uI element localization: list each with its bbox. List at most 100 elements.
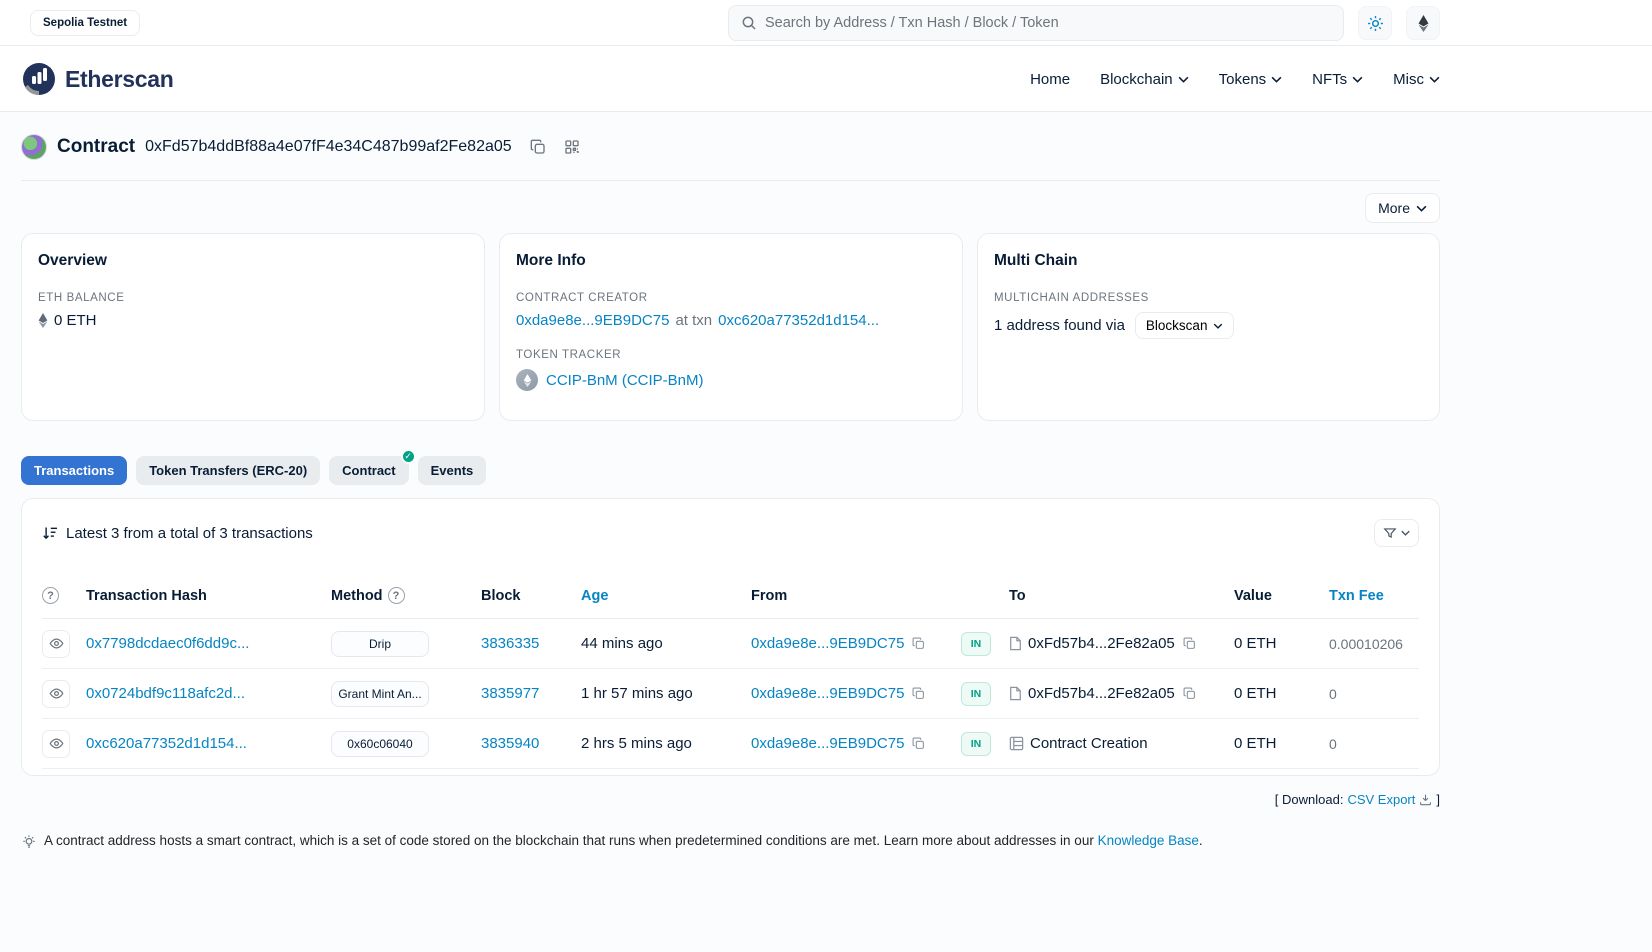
method-pill[interactable]: 0x60c06040 <box>331 731 429 757</box>
contract-file-icon <box>1009 636 1022 651</box>
more-info-card: More Info CONTRACT CREATOR 0xda9e8e...9E… <box>499 233 963 421</box>
col-value: Value <box>1234 588 1329 604</box>
copy-icon <box>530 139 546 155</box>
eth-balance-value: 0 ETH <box>54 312 97 329</box>
tab-events[interactable]: Events <box>418 456 487 485</box>
chevron-down-icon <box>1178 76 1189 83</box>
multichain-addresses-label: MULTICHAIN ADDRESSES <box>994 292 1423 304</box>
verified-check-icon: ✓ <box>401 449 416 464</box>
qr-code-button[interactable] <box>562 137 582 157</box>
more-info-card-title: More Info <box>516 252 946 270</box>
col-block: Block <box>481 588 581 604</box>
block-link[interactable]: 3835940 <box>481 735 539 752</box>
sun-icon <box>1367 15 1384 32</box>
note-text: A contract address hosts a smart contrac… <box>44 833 1094 848</box>
txn-preview-button[interactable] <box>42 680 70 708</box>
multichain-card: Multi Chain MULTICHAIN ADDRESSES 1 addre… <box>977 233 1440 421</box>
copy-to-button[interactable] <box>1181 685 1198 702</box>
token-tracker-link[interactable]: CCIP-BnM (CCIP-BnM) <box>546 372 704 389</box>
knowledge-base-link[interactable]: Knowledge Base <box>1098 833 1199 848</box>
method-pill[interactable]: Drip <box>331 631 429 657</box>
network-badge[interactable]: Sepolia Testnet <box>30 10 140 36</box>
table-row: 0xc620a77352d1d154... 0x60c06040 3835940… <box>42 719 1419 769</box>
search-bar[interactable] <box>728 5 1344 41</box>
txn-preview-button[interactable] <box>42 630 70 658</box>
table-row: 0x7798dcdaec0f6dd9c... Drip 3836335 44 m… <box>42 619 1419 669</box>
nav-nfts[interactable]: NFTs <box>1312 71 1363 88</box>
network-switch-button[interactable] <box>1406 6 1440 40</box>
note-end: . <box>1199 833 1203 848</box>
txn-preview-button[interactable] <box>42 730 70 758</box>
block-link[interactable]: 3835977 <box>481 685 539 702</box>
copy-from-button[interactable] <box>910 735 927 752</box>
eye-icon <box>49 686 64 701</box>
at-txn-text: at txn <box>675 312 712 329</box>
col-from: From <box>751 588 961 604</box>
chevron-down-icon <box>1352 76 1363 83</box>
brand-name: Etherscan <box>65 66 174 93</box>
tab-token-transfers[interactable]: Token Transfers (ERC-20) <box>136 456 320 485</box>
search-input[interactable] <box>765 15 1331 31</box>
download-icon <box>1419 793 1432 806</box>
creation-txn-link[interactable]: 0xc620a77352d1d154... <box>718 312 879 329</box>
from-address-link[interactable]: 0xda9e8e...9EB9DC75 <box>751 735 904 752</box>
chevron-down-icon <box>1429 76 1440 83</box>
tab-contract[interactable]: Contract ✓ <box>329 456 408 485</box>
eth-balance-label: ETH BALANCE <box>38 292 468 304</box>
filter-button[interactable] <box>1374 519 1419 547</box>
page-title-row: Contract 0xFd57b4ddBf88a4e07fF4e34C487b9… <box>21 112 1440 180</box>
contract-creator-label: CONTRACT CREATOR <box>516 292 946 304</box>
txn-hash-link[interactable]: 0x0724bdf9c118afc2d... <box>86 685 245 702</box>
contract-file-icon <box>1009 686 1022 701</box>
copy-to-button[interactable] <box>1181 635 1198 652</box>
copy-from-button[interactable] <box>910 685 927 702</box>
to-address: 0xFd57b4...2Fe82a05 <box>1028 685 1175 702</box>
portal-select[interactable]: Blockscan <box>1135 312 1235 339</box>
value-text: 0 ETH <box>1234 685 1277 702</box>
contract-creation-icon <box>1009 736 1024 751</box>
download-suffix: ] <box>1436 792 1440 807</box>
col-transaction-hash: Transaction Hash <box>86 588 331 604</box>
from-address-link[interactable]: 0xda9e8e...9EB9DC75 <box>751 635 904 652</box>
nav-misc[interactable]: Misc <box>1393 71 1440 88</box>
block-link[interactable]: 3836335 <box>481 635 539 652</box>
copy-icon <box>912 637 925 650</box>
main-header: Etherscan Home Blockchain Tokens NFTs Mi… <box>0 46 1652 112</box>
method-pill[interactable]: Grant Mint An... <box>331 681 429 707</box>
more-dropdown-button[interactable]: More <box>1365 193 1440 223</box>
qr-code-icon <box>564 139 580 155</box>
nav-home[interactable]: Home <box>1030 71 1070 88</box>
chevron-down-icon <box>1271 76 1282 83</box>
contract-address: 0xFd57b4ddBf88a4e07fF4e34C487b99af2Fe82a… <box>145 138 512 156</box>
age-text: 2 hrs 5 mins ago <box>581 735 692 752</box>
transactions-card: Latest 3 from a total of 3 transactions … <box>21 498 1440 776</box>
table-summary-text: Latest 3 from a total of 3 transactions <box>66 525 313 542</box>
copy-from-button[interactable] <box>910 635 927 652</box>
txn-hash-link[interactable]: 0xc620a77352d1d154... <box>86 735 247 752</box>
theme-toggle-button[interactable] <box>1358 6 1392 40</box>
copy-address-button[interactable] <box>528 137 548 157</box>
nav-blockchain[interactable]: Blockchain <box>1100 71 1189 88</box>
etherscan-logo[interactable]: Etherscan <box>21 61 174 97</box>
method-help-icon[interactable]: ? <box>388 587 405 604</box>
eth-diamond-icon <box>38 313 48 328</box>
sort-icon <box>42 526 58 540</box>
col-age-toggle[interactable]: Age <box>581 588 608 604</box>
txn-hash-link[interactable]: 0x7798dcdaec0f6dd9c... <box>86 635 249 652</box>
eye-icon <box>49 736 64 751</box>
copy-icon <box>912 687 925 700</box>
creator-address-link[interactable]: 0xda9e8e...9EB9DC75 <box>516 312 669 329</box>
col-txn-fee-toggle[interactable]: Txn Fee <box>1329 588 1384 604</box>
page-title: Contract <box>57 136 135 158</box>
token-tracker-label: TOKEN TRACKER <box>516 349 946 361</box>
multichain-found-text: 1 address found via <box>994 317 1125 334</box>
nav-tokens[interactable]: Tokens <box>1219 71 1283 88</box>
csv-export-link[interactable]: CSV Export <box>1347 792 1415 807</box>
lightbulb-icon <box>21 834 37 850</box>
direction-badge: IN <box>961 682 991 706</box>
from-address-link[interactable]: 0xda9e8e...9EB9DC75 <box>751 685 904 702</box>
table-header-row: ? Transaction Hash Method? Block Age Fro… <box>42 573 1419 619</box>
tab-transactions[interactable]: Transactions <box>21 456 127 485</box>
help-icon[interactable]: ? <box>42 587 59 604</box>
overview-card: Overview ETH BALANCE 0 ETH <box>21 233 485 421</box>
